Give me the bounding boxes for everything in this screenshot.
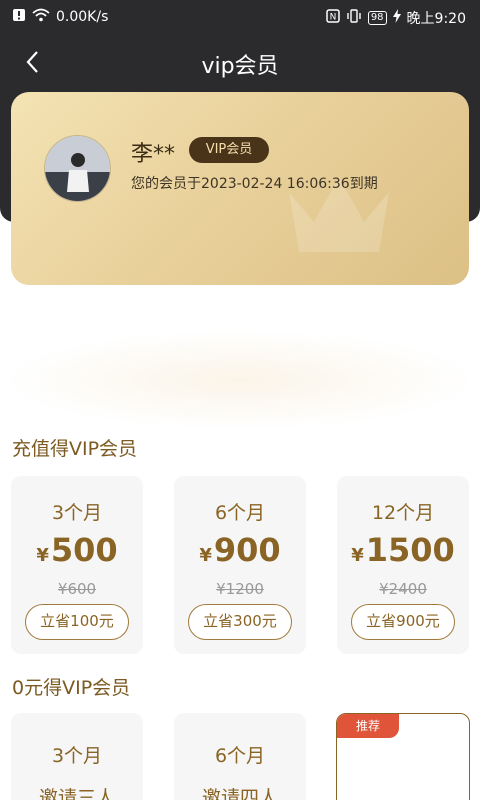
plan-duration: 3个月 bbox=[51, 745, 103, 767]
plan-card-12-months[interactable]: 12个月 ¥1500 ¥2400 立省900元 bbox=[337, 476, 469, 654]
recommended-tag: 推荐 bbox=[337, 714, 399, 738]
notification-icon bbox=[12, 8, 26, 26]
free-plan-card-6-months[interactable]: 6个月 邀请四人 bbox=[174, 713, 306, 800]
plan-card-6-months[interactable]: 6个月 ¥900 ¥1200 立省300元 bbox=[174, 476, 306, 654]
vibrate-icon bbox=[346, 9, 362, 27]
status-bar: 0.00K/s N 98 晚上9:20 bbox=[0, 0, 480, 34]
recommended-plan-card[interactable]: 推荐 bbox=[336, 713, 470, 800]
page-title: vip会员 bbox=[201, 54, 279, 79]
free-section-title: 0元得VIP会员 bbox=[12, 677, 131, 699]
plan-save-button[interactable]: 立省100元 bbox=[25, 604, 129, 640]
nav-bar: vip会员 bbox=[0, 40, 480, 86]
plan-original-price: ¥2400 bbox=[379, 580, 427, 598]
vip-card: 李** VIP会员 您的会员于2023-02-24 16:06:36到期 bbox=[11, 92, 469, 285]
plan-duration: 3个月 bbox=[51, 502, 103, 524]
plan-duration: 6个月 bbox=[214, 745, 266, 767]
plan-save-button[interactable]: 立省300元 bbox=[188, 604, 292, 640]
svg-text:N: N bbox=[329, 13, 336, 23]
plan-invite-text: 邀请三人 bbox=[38, 787, 115, 800]
plan-invite-text: 邀请四人 bbox=[201, 787, 278, 800]
plan-original-price: ¥1200 bbox=[216, 580, 264, 598]
plan-card-3-months[interactable]: 3个月 ¥500 ¥600 立省100元 bbox=[11, 476, 143, 654]
user-name: 李** bbox=[131, 142, 176, 167]
vip-badge: VIP会员 bbox=[189, 137, 269, 163]
charging-icon bbox=[392, 9, 401, 27]
plan-save-button[interactable]: 立省900元 bbox=[351, 604, 455, 640]
wifi-icon bbox=[32, 8, 50, 26]
crown-watermark-icon bbox=[289, 177, 389, 252]
free-plan-card-3-months[interactable]: 3个月 邀请三人 bbox=[11, 713, 143, 800]
plan-duration: 12个月 bbox=[371, 502, 435, 524]
battery-level: 98 bbox=[367, 11, 387, 25]
recharge-section-title: 充值得VIP会员 bbox=[12, 438, 138, 460]
plan-price: ¥500 bbox=[36, 531, 118, 569]
expire-date-text: 您的会员于2023-02-24 16:06:36到期 bbox=[131, 176, 378, 192]
plan-original-price: ¥600 bbox=[57, 580, 97, 598]
network-speed: 0.00K/s bbox=[56, 9, 109, 25]
plan-price: ¥900 bbox=[199, 531, 281, 569]
avatar-photo bbox=[45, 136, 110, 201]
faded-banner bbox=[0, 330, 480, 430]
avatar[interactable] bbox=[44, 135, 111, 202]
plan-price: ¥1500 bbox=[351, 531, 455, 569]
nfc-icon: N bbox=[326, 9, 340, 27]
plan-duration: 6个月 bbox=[214, 502, 266, 524]
clock: 晚上9:20 bbox=[406, 11, 466, 27]
